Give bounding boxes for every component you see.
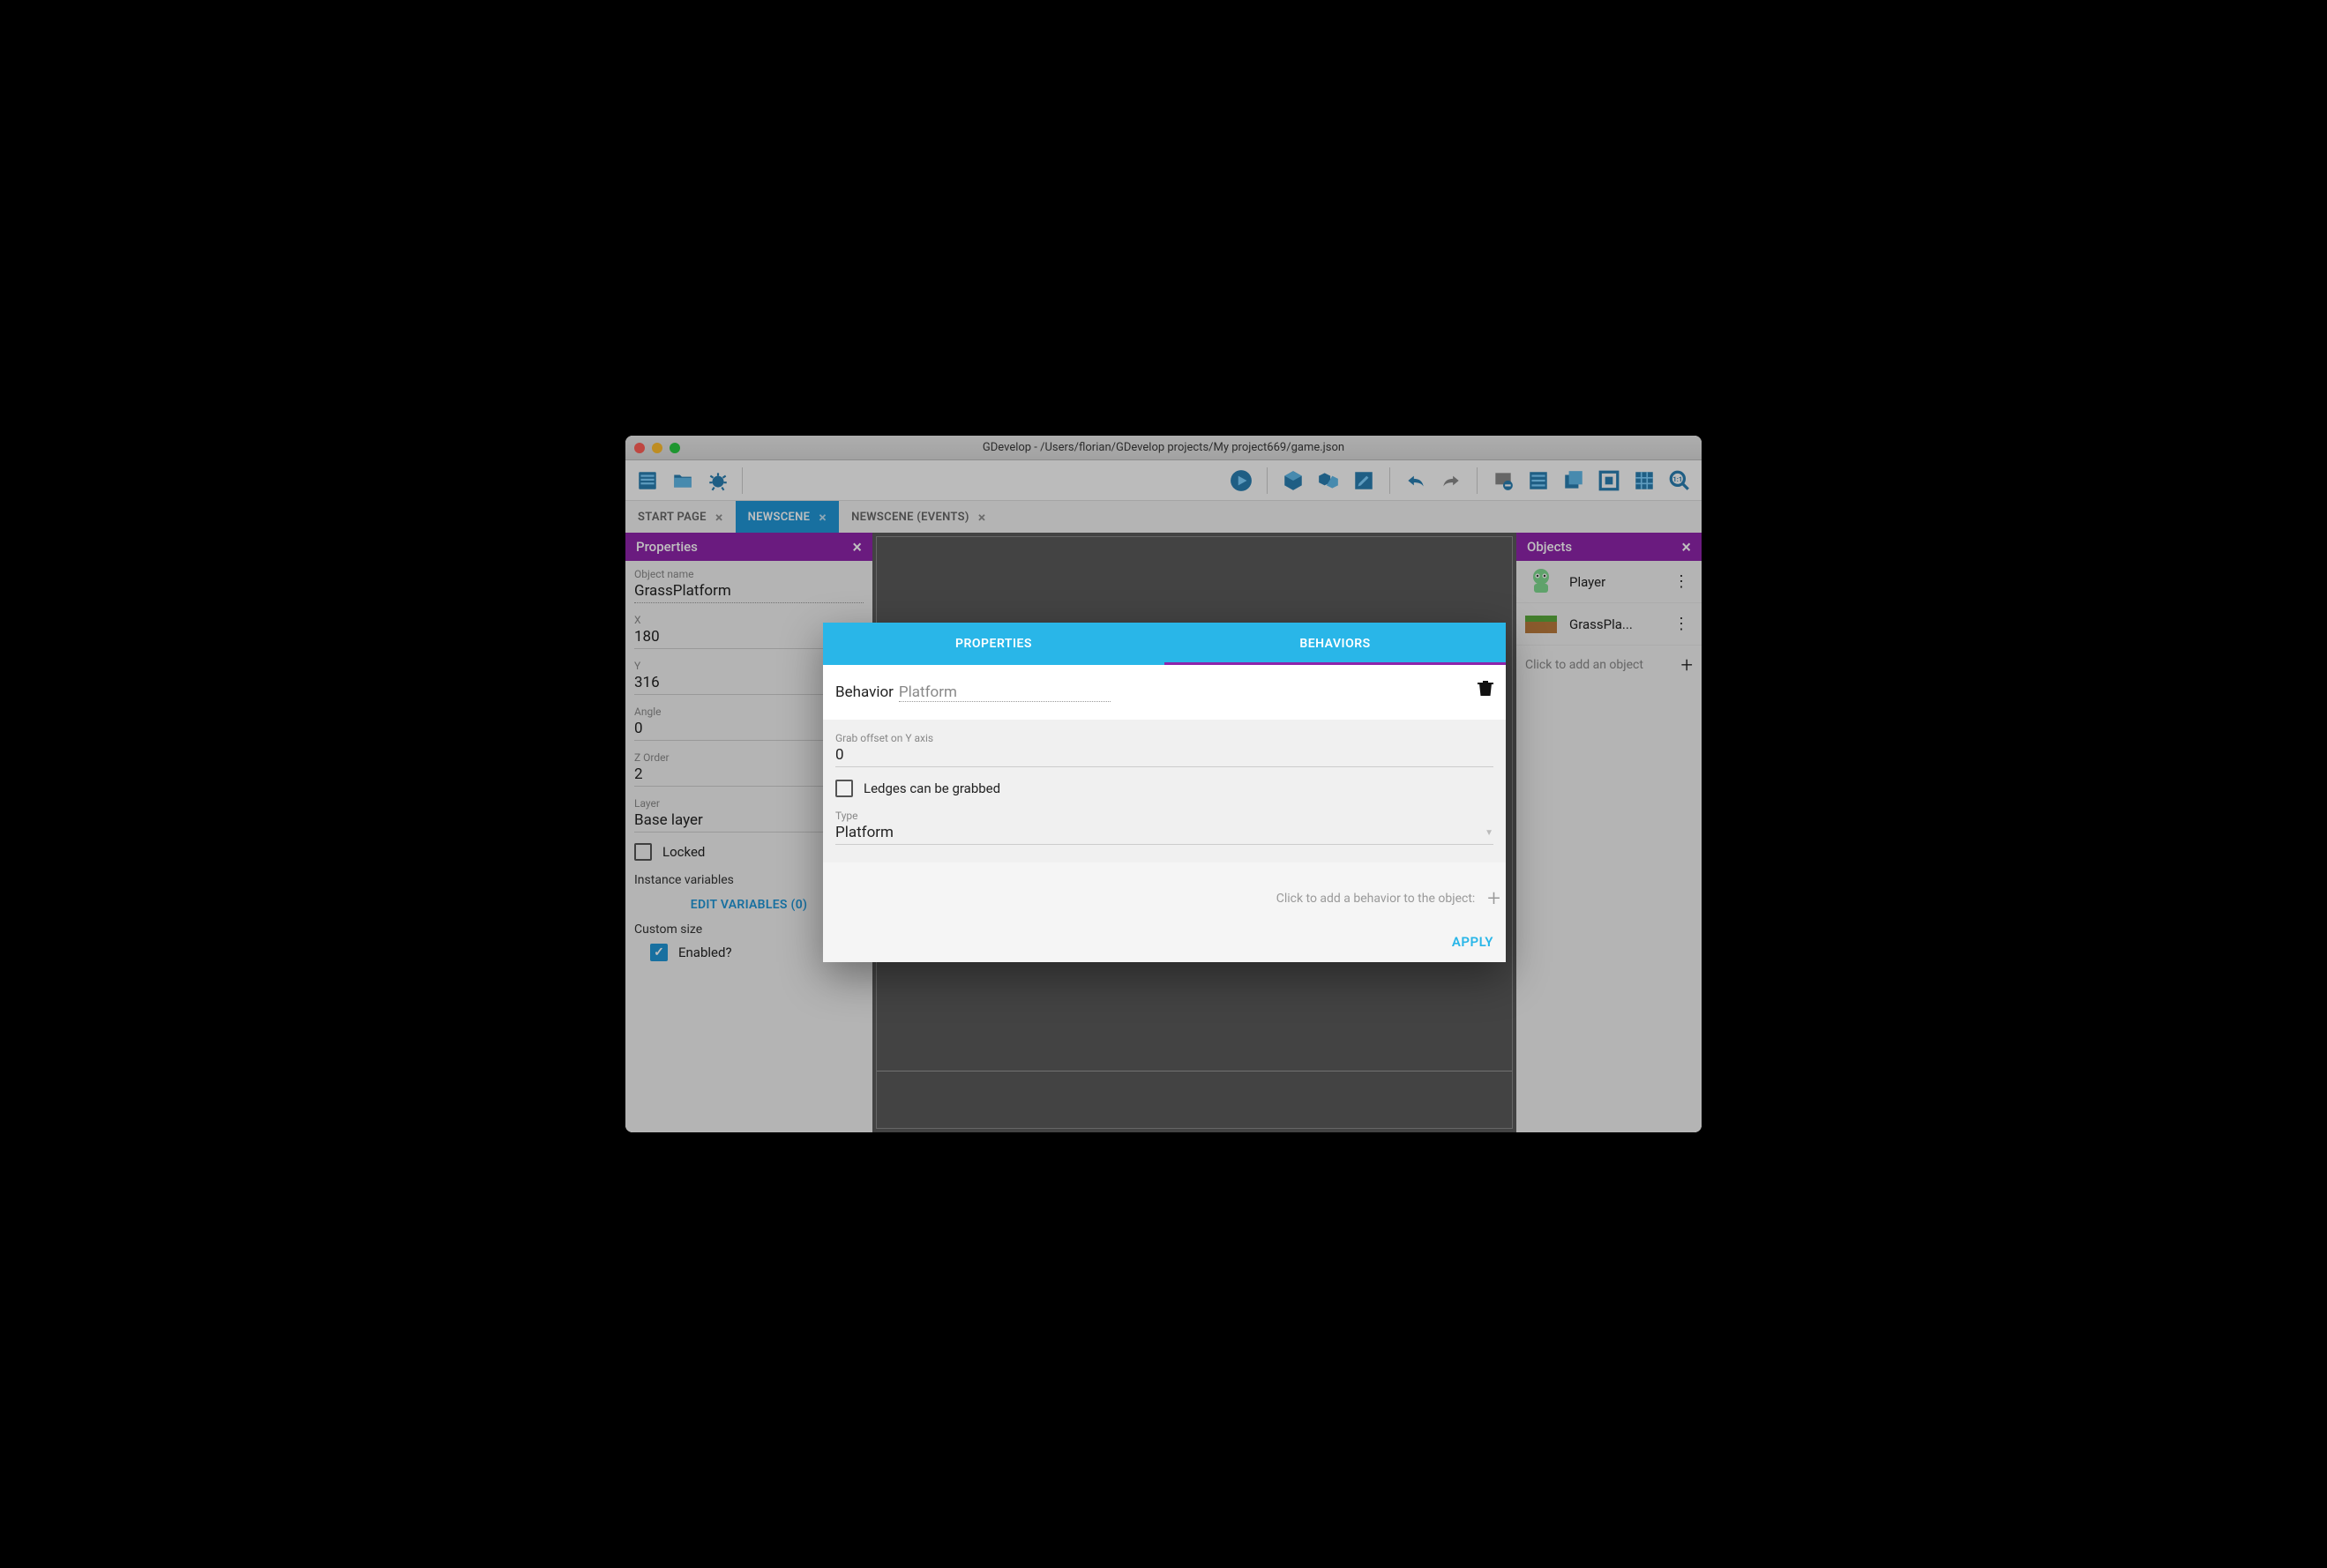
- trash-icon[interactable]: [1478, 679, 1493, 700]
- dialog-tabs: PROPERTIES BEHAVIORS: [823, 623, 1506, 665]
- tab-behaviors[interactable]: BEHAVIORS: [1164, 623, 1506, 665]
- add-behavior-label: Click to add a behavior to the object:: [1276, 892, 1476, 906]
- tab-properties[interactable]: PROPERTIES: [823, 623, 1164, 665]
- type-select[interactable]: Platform ▼: [835, 824, 1493, 845]
- behavior-label: Behavior: [835, 683, 894, 701]
- type-value: Platform: [835, 824, 894, 841]
- grab-offset-field[interactable]: 0: [835, 746, 1493, 767]
- ledges-label: Ledges can be grabbed: [864, 780, 1000, 796]
- type-label: Type: [835, 810, 1493, 822]
- chevron-down-icon: ▼: [1485, 828, 1493, 838]
- plus-icon: +: [1487, 885, 1500, 912]
- apply-button[interactable]: APPLY: [1452, 934, 1493, 950]
- grab-offset-label: Grab offset on Y axis: [835, 732, 1493, 744]
- behavior-name-field[interactable]: Platform: [899, 683, 1111, 702]
- object-editor-dialog: PROPERTIES BEHAVIORS Behavior Platform G…: [823, 623, 1506, 962]
- app-window: GDevelop - /Users/florian/GDevelop proje…: [625, 436, 1702, 1132]
- add-behavior-row[interactable]: Click to add a behavior to the object: +: [823, 862, 1506, 921]
- ledges-checkbox[interactable]: [835, 780, 853, 797]
